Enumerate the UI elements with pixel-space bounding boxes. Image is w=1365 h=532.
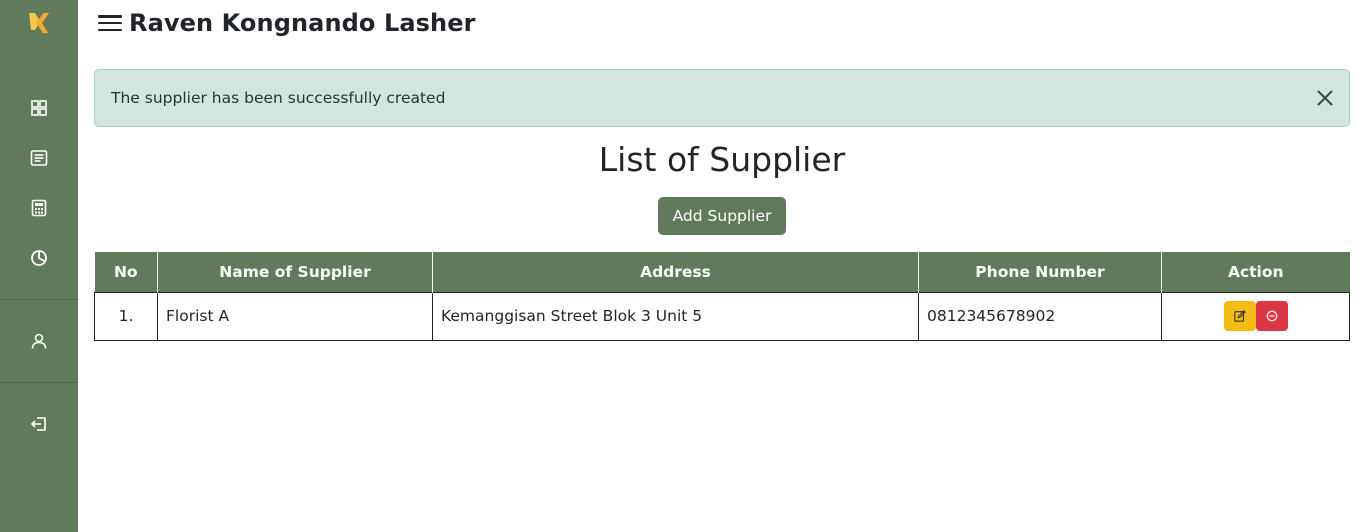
user-name: Raven Kongnando Lasher xyxy=(129,9,476,37)
supplier-table: No Name of Supplier Address Phone Number… xyxy=(94,252,1350,341)
cell-phone: 0812345678902 xyxy=(918,291,1162,341)
add-supplier-button[interactable]: Add Supplier xyxy=(658,197,786,235)
cell-no: 1. xyxy=(94,291,158,341)
table-row: 1. Florist A Kemanggisan Street Blok 3 U… xyxy=(94,291,1350,341)
success-alert: The supplier has been successfully creat… xyxy=(94,69,1350,127)
column-header-name: Name of Supplier xyxy=(157,252,433,292)
sidebar-item-transactions[interactable] xyxy=(29,198,49,218)
dashboard-grid-icon xyxy=(31,100,47,116)
app-logo[interactable] xyxy=(26,10,52,36)
cell-supplier-name: Florist A xyxy=(157,291,433,341)
table-header-row: No Name of Supplier Address Phone Number… xyxy=(94,252,1350,292)
sidebar-divider xyxy=(0,299,78,300)
edit-icon xyxy=(1233,310,1246,322)
column-header-action: Action xyxy=(1161,252,1350,292)
sidebar-item-dashboard[interactable] xyxy=(29,98,49,118)
menu-toggle-icon[interactable] xyxy=(97,12,123,34)
calculator-icon xyxy=(31,199,47,217)
delete-button[interactable] xyxy=(1255,301,1288,331)
sidebar-item-profile[interactable] xyxy=(29,331,49,351)
sidebar-item-logout[interactable] xyxy=(29,414,49,434)
document-list-icon xyxy=(30,150,48,166)
pie-chart-icon xyxy=(31,250,47,266)
alert-message: The supplier has been successfully creat… xyxy=(111,89,446,107)
close-icon[interactable] xyxy=(1315,88,1335,108)
logout-icon xyxy=(30,417,46,431)
sidebar-divider xyxy=(0,382,78,383)
column-header-address: Address xyxy=(432,252,919,292)
topbar: Raven Kongnando Lasher xyxy=(97,8,476,38)
delete-icon xyxy=(1266,310,1277,322)
page-title: List of Supplier xyxy=(598,140,846,179)
column-header-no: No xyxy=(94,252,158,292)
cell-address: Kemanggisan Street Blok 3 Unit 5 xyxy=(432,291,919,341)
sidebar-item-reports[interactable] xyxy=(29,248,49,268)
user-icon xyxy=(31,333,47,349)
column-header-phone: Phone Number xyxy=(918,252,1162,292)
cell-actions xyxy=(1161,291,1350,341)
sidebar xyxy=(0,0,78,532)
edit-button[interactable] xyxy=(1223,301,1256,331)
sidebar-item-products[interactable] xyxy=(29,148,49,168)
